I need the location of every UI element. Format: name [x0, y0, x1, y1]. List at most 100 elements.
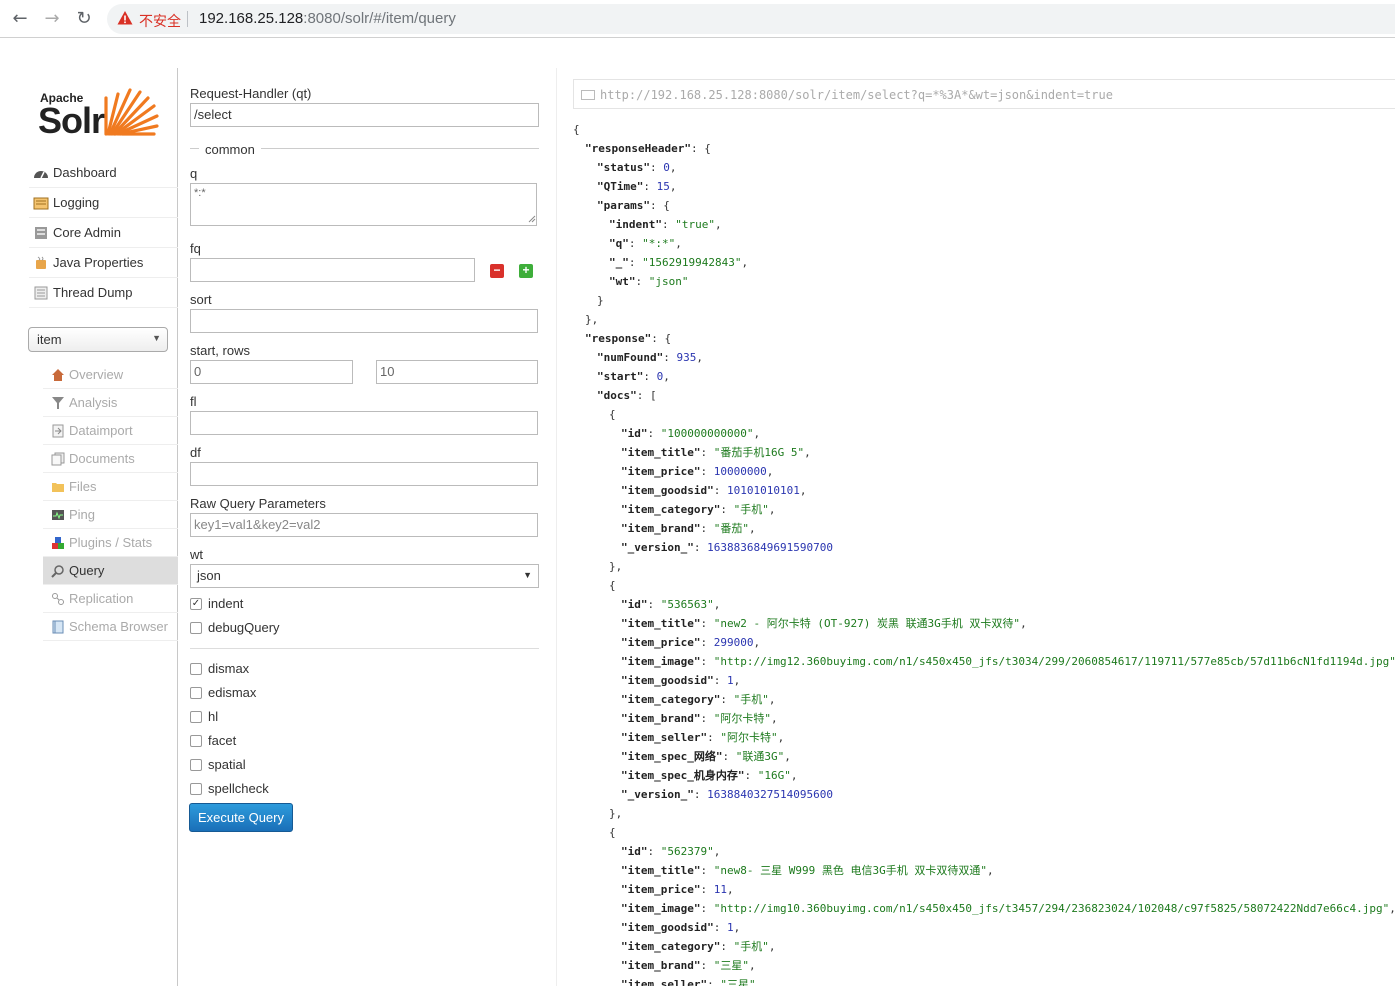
common-section-label: common [199, 142, 261, 157]
request-handler-label: Request-Handler (qt) [190, 86, 312, 101]
json-key: "item_title" [621, 617, 701, 630]
json-key: "numFound" [597, 351, 664, 364]
core-menu-item-plugins-stats[interactable]: Plugins / Stats [43, 529, 178, 557]
json-key: "item_brand" [621, 522, 701, 535]
core-menu-item-query[interactable]: Query [43, 557, 178, 585]
debug-query-label: debugQuery [208, 620, 280, 635]
menu-item-java-properties[interactable]: Java Properties [29, 248, 178, 278]
json-key: "status" [597, 161, 650, 174]
json-line: "item_goodsid": 1, [621, 674, 741, 687]
resize-handle-icon[interactable] [528, 215, 536, 223]
json-key: "wt" [609, 275, 636, 288]
remove-fq-button[interactable]: − [490, 264, 504, 278]
reload-icon[interactable]: ↻ [73, 8, 95, 30]
json-line: "numFound": 935, [597, 351, 703, 364]
core-menu-label: Query [69, 563, 105, 578]
section-divider [190, 648, 539, 649]
q-textarea[interactable]: *:* [190, 183, 537, 226]
security-status[interactable]: 不安全 [139, 11, 181, 31]
json-key: "id" [621, 598, 648, 611]
menu-item-label: Dashboard [53, 165, 117, 180]
json-line: }, [573, 557, 1395, 576]
spellcheck-checkbox[interactable] [190, 782, 202, 795]
json-key: "item_goodsid" [621, 921, 714, 934]
solr-logo[interactable]: Apache Solr [38, 78, 160, 148]
menu-item-core-admin[interactable]: Core Admin [29, 218, 178, 248]
json-line: "item_seller": "阿尔卡特", [621, 731, 785, 744]
json-key: "item_category" [621, 940, 721, 953]
core-selector[interactable]: item ▼ [28, 327, 168, 352]
debug-query-checkbox-row[interactable]: debugQuery [190, 620, 280, 635]
home-icon [52, 368, 64, 381]
json-string-value: "536563" [660, 598, 714, 611]
core-menu-item-analysis[interactable]: Analysis [43, 389, 178, 417]
chevron-down-icon: ▼ [152, 333, 161, 343]
fq-input[interactable] [190, 258, 475, 282]
url-text[interactable]: 192.168.25.128:8080/solr/#/item/query [199, 10, 456, 27]
json-number-value: 1 [726, 921, 734, 934]
indent-checkbox-row[interactable]: ✓ indent [190, 596, 243, 611]
json-punctuation: , [784, 750, 791, 763]
hl-label: hl [208, 709, 219, 724]
json-line: } [573, 291, 1395, 310]
menu-item-thread-dump[interactable]: Thread Dump [29, 278, 178, 308]
spatial-checkbox-row[interactable]: spatial [190, 757, 246, 772]
core-menu-item-schema-browser[interactable]: Schema Browser [43, 613, 178, 641]
menu-item-logging[interactable]: Logging [29, 188, 178, 218]
json-key: "params" [597, 199, 650, 212]
debug-query-checkbox[interactable] [190, 621, 202, 634]
json-number-value: 11 [713, 883, 727, 896]
request-url-link[interactable]: http://192.168.25.128:8080/solr/item/sel… [573, 79, 1395, 109]
dismax-checkbox[interactable] [190, 662, 202, 675]
core-menu-item-dataimport[interactable]: Dataimport [43, 417, 178, 445]
json-number-value: 10101010101 [726, 484, 800, 497]
address-bar[interactable]: 不安全 192.168.25.128:8080/solr/#/item/quer… [107, 4, 1395, 34]
facet-checkbox[interactable] [190, 734, 202, 747]
replication-icon [52, 592, 64, 605]
json-punctuation: , [770, 712, 778, 725]
core-menu-item-replication[interactable]: Replication [43, 585, 178, 613]
edismax-checkbox[interactable] [190, 686, 202, 699]
core-menu-item-ping[interactable]: Ping [43, 501, 178, 529]
json-line: "docs": [ [573, 386, 1395, 405]
core-menu-item-overview[interactable]: Overview [43, 361, 178, 389]
json-punctuation: , [1389, 902, 1395, 915]
sidebar: Apache Solr Dashboard Logging Core Admin… [0, 68, 178, 986]
back-arrow-icon[interactable]: ← [9, 8, 31, 30]
add-fq-button[interactable]: + [519, 264, 533, 278]
hl-checkbox-row[interactable]: hl [190, 709, 218, 724]
fl-input[interactable] [190, 411, 538, 435]
indent-checkbox[interactable]: ✓ [190, 597, 202, 610]
core-menu-item-files[interactable]: Files [43, 473, 178, 501]
core-menu-item-documents[interactable]: Documents [43, 445, 178, 473]
wt-select[interactable]: json ▼ [190, 564, 539, 588]
core-menu-label: Dataimport [69, 423, 133, 438]
df-input[interactable] [190, 462, 538, 486]
json-punctuation: : [ [636, 389, 657, 402]
json-string-value: "new2 - 阿尔卡特 (OT-927) 炭黑 联通3G手机 双卡双待" [713, 617, 1021, 630]
execute-query-button[interactable]: Execute Query [189, 803, 293, 832]
dismax-checkbox-row[interactable]: dismax [190, 661, 249, 676]
json-string-value: "番茄" [713, 522, 749, 535]
json-punctuation: , [986, 864, 994, 877]
json-key: "item_brand" [621, 959, 701, 972]
hl-checkbox[interactable] [190, 710, 202, 723]
query-form: Request-Handler (qt) /select common q *:… [179, 68, 557, 986]
forward-arrow-icon[interactable]: → [41, 8, 63, 30]
json-number-value: 0 [663, 161, 670, 174]
spellcheck-checkbox-row[interactable]: spellcheck [190, 781, 269, 796]
menu-item-dashboard[interactable]: Dashboard [29, 158, 178, 188]
facet-checkbox-row[interactable]: facet [190, 733, 236, 748]
java-properties-icon [36, 256, 46, 269]
json-punctuation: } [597, 294, 604, 307]
spatial-checkbox[interactable] [190, 758, 202, 771]
rows-input[interactable]: 10 [376, 360, 538, 384]
edismax-checkbox-row[interactable]: edismax [190, 685, 256, 700]
start-input[interactable]: 0 [190, 360, 353, 384]
raw-query-input[interactable]: key1=val1&key2=val2 [190, 513, 538, 537]
json-key: "q" [609, 237, 629, 250]
request-handler-input[interactable]: /select [190, 103, 539, 127]
sort-input[interactable] [190, 309, 538, 333]
core-menu-label: Replication [69, 591, 134, 606]
json-key: "item_category" [621, 693, 721, 706]
